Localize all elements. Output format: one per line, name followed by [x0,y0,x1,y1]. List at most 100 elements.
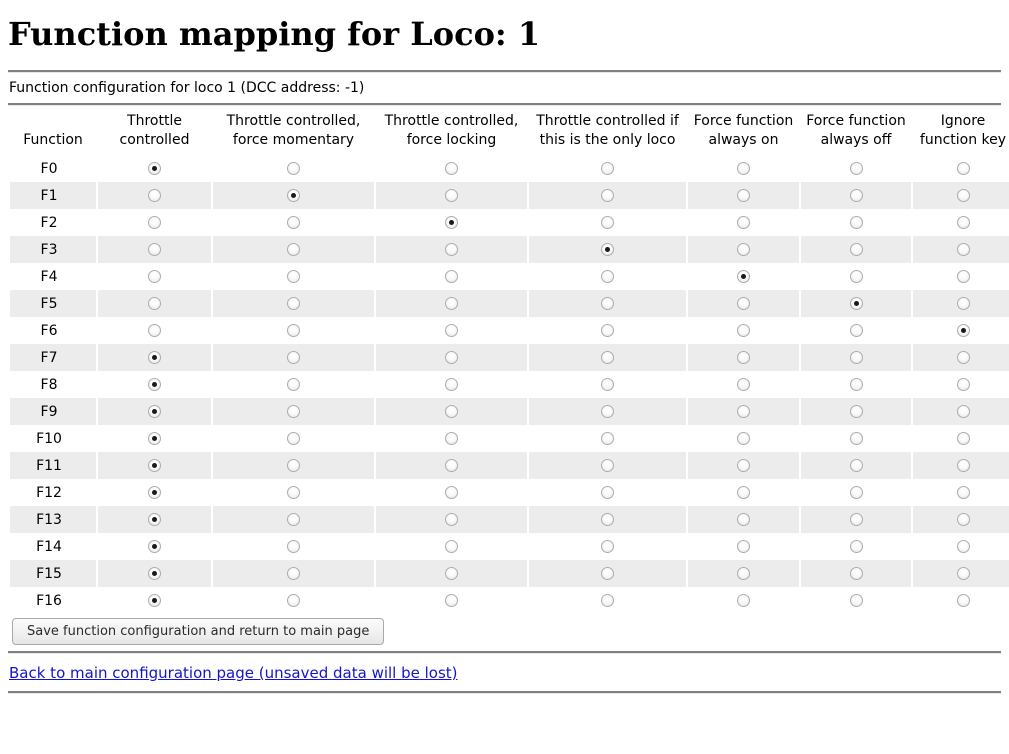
radio-f11-col5[interactable] [737,459,750,472]
radio-cell[interactable] [801,344,911,371]
radio-cell[interactable] [529,560,686,587]
radio-f15-col6[interactable] [849,567,863,580]
radio-cell[interactable] [213,290,374,317]
radio-f11-col3[interactable] [445,459,458,472]
radio-cell[interactable] [801,155,911,182]
radio-cell[interactable] [376,182,527,209]
radio-f9-col1[interactable] [148,405,161,418]
radio-f13-col2[interactable] [287,513,300,526]
radio-f8-col6[interactable] [849,378,863,391]
radio-f10-col2[interactable] [287,432,300,445]
radio-cell[interactable] [688,290,799,317]
radio-cell[interactable] [688,371,799,398]
radio-f8-col2[interactable] [287,378,300,391]
radio-f5-col2[interactable] [287,297,300,310]
radio-cell[interactable] [913,533,1009,560]
radio-f16-col6[interactable] [849,594,863,607]
radio-cell[interactable] [213,398,374,425]
radio-f8-col1[interactable] [148,378,161,391]
radio-f14-col5[interactable] [737,540,750,553]
radio-f5-col5[interactable] [737,297,750,310]
radio-f14-col1[interactable] [148,540,161,553]
radio-f5-col1[interactable] [148,297,161,310]
radio-cell[interactable] [376,479,527,506]
radio-cell[interactable] [213,479,374,506]
radio-f3-col1[interactable] [148,243,161,256]
radio-cell[interactable] [98,317,211,344]
radio-cell[interactable] [801,398,911,425]
radio-cell[interactable] [688,236,799,263]
radio-f1-col2[interactable] [287,189,300,202]
radio-cell[interactable] [376,290,527,317]
radio-f5-col4[interactable] [601,297,614,310]
radio-f0-col2[interactable] [287,162,300,175]
radio-cell[interactable] [376,371,527,398]
radio-cell[interactable] [529,209,686,236]
radio-f2-col5[interactable] [737,216,750,229]
radio-f16-col2[interactable] [287,594,300,607]
radio-f13-col5[interactable] [737,513,750,526]
radio-cell[interactable] [913,479,1009,506]
radio-cell[interactable] [688,452,799,479]
radio-cell[interactable] [98,587,211,614]
radio-cell[interactable] [98,344,211,371]
radio-cell[interactable] [376,236,527,263]
radio-f15-col1[interactable] [148,567,161,580]
radio-f13-col3[interactable] [445,513,458,526]
radio-f4-col2[interactable] [287,270,300,283]
radio-f16-col3[interactable] [445,594,458,607]
radio-f10-col6[interactable] [849,432,863,445]
radio-f15-col5[interactable] [737,567,750,580]
radio-cell[interactable] [913,182,1009,209]
radio-f9-col7[interactable] [956,405,970,418]
radio-cell[interactable] [801,263,911,290]
radio-cell[interactable] [98,398,211,425]
radio-f4-col3[interactable] [445,270,458,283]
radio-f3-col7[interactable] [956,243,970,256]
radio-cell[interactable] [801,371,911,398]
radio-cell[interactable] [801,425,911,452]
radio-f2-col7[interactable] [956,216,970,229]
radio-cell[interactable] [529,236,686,263]
radio-f2-col6[interactable] [849,216,863,229]
radio-f12-col2[interactable] [287,486,300,499]
radio-cell[interactable] [213,209,374,236]
radio-cell[interactable] [98,209,211,236]
radio-f2-col2[interactable] [287,216,300,229]
radio-f12-col1[interactable] [148,486,161,499]
radio-cell[interactable] [529,425,686,452]
radio-f10-col7[interactable] [956,432,970,445]
radio-cell[interactable] [213,587,374,614]
radio-cell[interactable] [376,317,527,344]
radio-f8-col7[interactable] [956,378,970,391]
radio-cell[interactable] [376,506,527,533]
radio-f7-col6[interactable] [849,351,863,364]
radio-cell[interactable] [213,371,374,398]
radio-cell[interactable] [376,587,527,614]
radio-cell[interactable] [98,506,211,533]
radio-cell[interactable] [801,587,911,614]
radio-cell[interactable] [688,155,799,182]
radio-f16-col5[interactable] [737,594,750,607]
radio-cell[interactable] [529,479,686,506]
save-button[interactable]: Save function configuration and return t… [12,618,385,645]
radio-f12-col5[interactable] [737,486,750,499]
radio-cell[interactable] [529,263,686,290]
radio-cell[interactable] [376,398,527,425]
radio-cell[interactable] [913,587,1009,614]
radio-f3-col4[interactable] [601,243,614,256]
radio-cell[interactable] [529,533,686,560]
radio-f11-col1[interactable] [148,459,161,472]
radio-cell[interactable] [213,425,374,452]
radio-f14-col6[interactable] [849,540,863,553]
radio-f12-col4[interactable] [601,486,614,499]
radio-f0-col7[interactable] [956,162,970,175]
radio-f16-col4[interactable] [601,594,614,607]
radio-f3-col3[interactable] [445,243,458,256]
radio-cell[interactable] [913,344,1009,371]
radio-cell[interactable] [98,290,211,317]
radio-cell[interactable] [801,236,911,263]
radio-cell[interactable] [688,560,799,587]
radio-f2-col1[interactable] [148,216,161,229]
radio-f2-col4[interactable] [601,216,614,229]
